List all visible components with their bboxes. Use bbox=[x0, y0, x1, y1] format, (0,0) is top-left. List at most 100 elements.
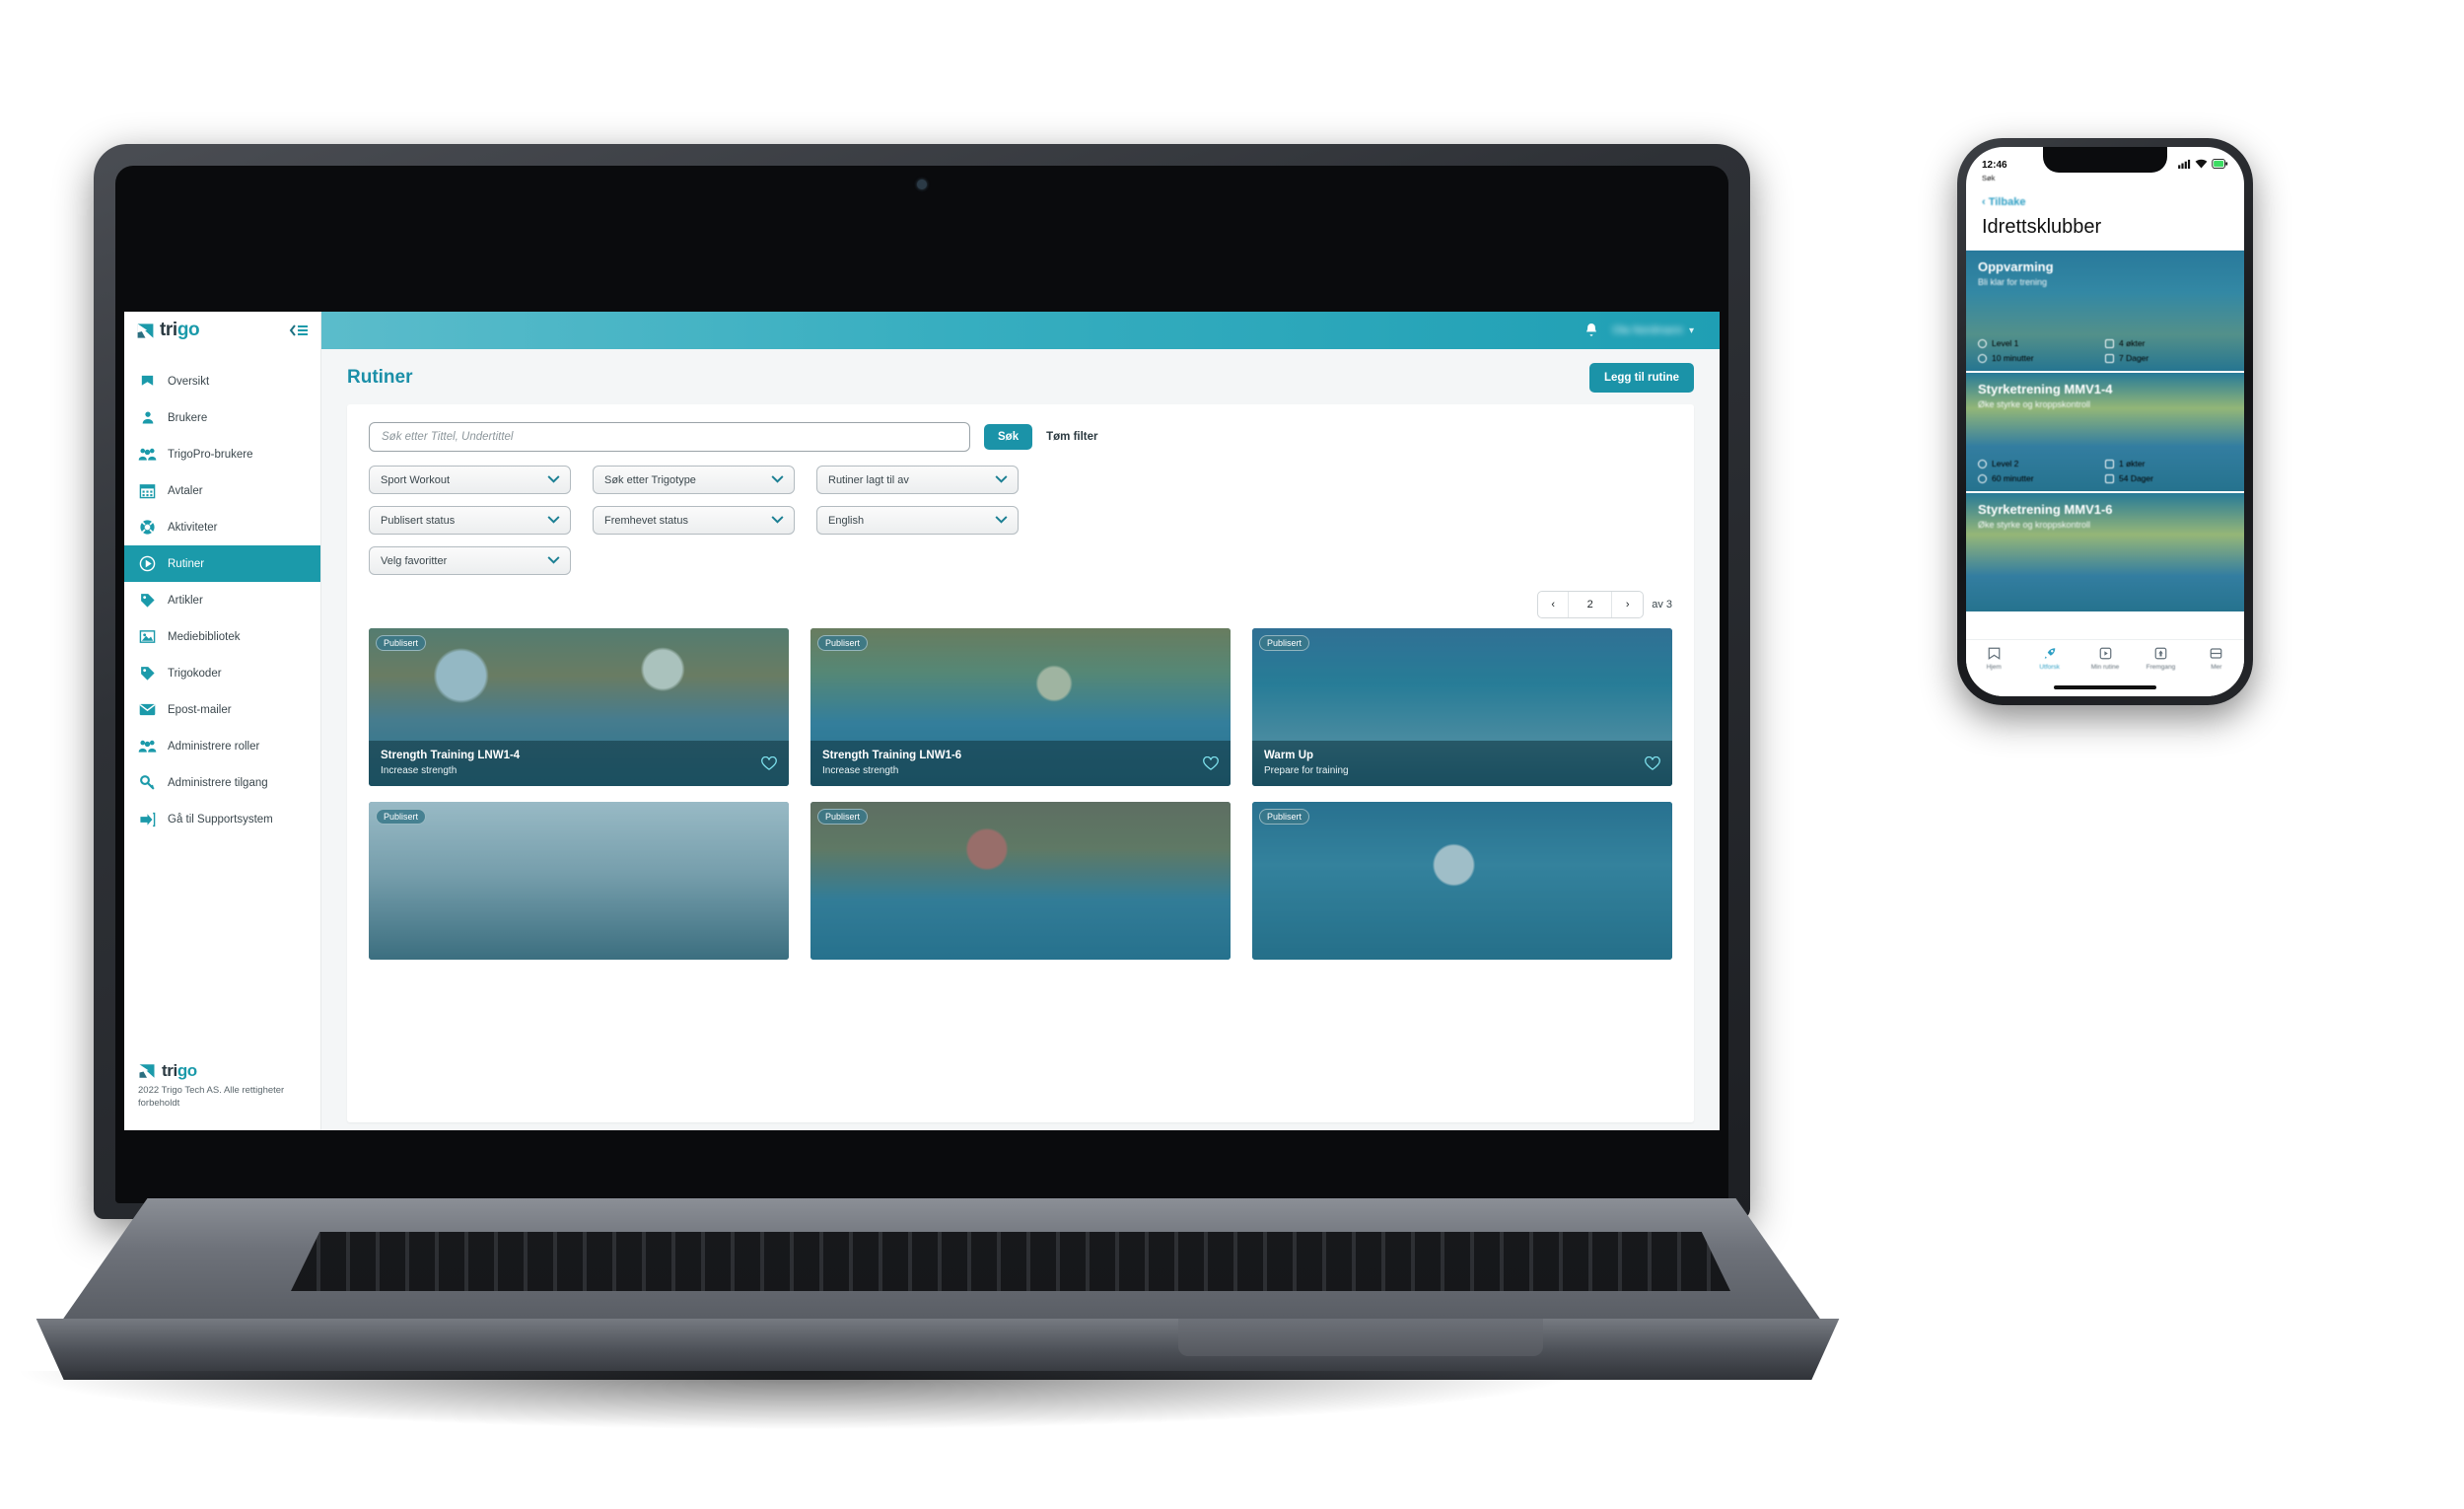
search-input[interactable] bbox=[369, 422, 970, 452]
footer-brand-logo: trigo bbox=[138, 1061, 307, 1081]
phone-card-title: Styrketrening MMV1-4 bbox=[1978, 382, 2113, 396]
sidebar: trigo Oversikt Brukere TrigoPro-brukere … bbox=[124, 312, 321, 1130]
filter-sport-workout[interactable]: Sport Workout bbox=[369, 466, 571, 494]
chevron-down-icon bbox=[547, 515, 560, 527]
heart-icon[interactable] bbox=[1645, 755, 1660, 771]
phone-routine-card[interactable]: Styrketrening MMV1-4 Øke styrke og kropp… bbox=[1966, 371, 2244, 491]
clear-filter-link[interactable]: Tøm filter bbox=[1046, 431, 1097, 443]
home-icon bbox=[1988, 647, 2001, 660]
status-indicators bbox=[2178, 158, 2228, 172]
sidebar-item-mediebibliotek[interactable]: Mediebibliotek bbox=[124, 618, 320, 655]
sidebar-item-trigopro-brukere[interactable]: TrigoPro-brukere bbox=[124, 436, 320, 472]
card-text: Strength Training LNW1-4 Increase streng… bbox=[381, 749, 520, 777]
sidebar-nav: Oversikt Brukere TrigoPro-brukere Avtale… bbox=[124, 363, 320, 837]
phone-nav-min-rutine[interactable]: Min rutine bbox=[2077, 646, 2133, 671]
sidebar-item-brukere[interactable]: Brukere bbox=[124, 399, 320, 436]
pagination-next[interactable]: › bbox=[1612, 592, 1643, 617]
sidebar-item-trigokoder[interactable]: Trigokoder bbox=[124, 655, 320, 691]
phone-routine-card[interactable]: Styrketrening MMV1-6 Øke styrke og kropp… bbox=[1966, 491, 2244, 611]
rocket-icon bbox=[2044, 648, 2055, 659]
webcam-icon bbox=[917, 180, 927, 189]
phone-nav-utforsk[interactable]: Utforsk bbox=[2021, 646, 2077, 671]
sidebar-item-label: Epost-mailer bbox=[168, 703, 232, 716]
chevron-down-icon bbox=[771, 515, 784, 527]
phone-nav-fremgang[interactable]: Fremgang bbox=[2133, 646, 2188, 671]
progress-icon bbox=[2154, 647, 2167, 660]
routine-card[interactable]: Publisert bbox=[1252, 802, 1672, 960]
routine-card[interactable]: Publisert Strength Training LNW1-4 Incre… bbox=[369, 628, 789, 786]
sidebar-item-ga-til-supportsystem[interactable]: Gå til Supportsystem bbox=[124, 801, 320, 837]
bookmark-icon bbox=[138, 372, 157, 391]
signal-icon bbox=[2178, 159, 2191, 172]
key-icon bbox=[138, 773, 157, 792]
phone-carrier-label: Søk bbox=[1982, 174, 1996, 182]
filter-published-status[interactable]: Publisert status bbox=[369, 506, 571, 535]
pagination-current-page: 2 bbox=[1569, 592, 1613, 617]
sidebar-item-administrere-tilgang[interactable]: Administrere tilgang bbox=[124, 764, 320, 801]
bell-icon[interactable] bbox=[1584, 323, 1598, 338]
card-title: Strength Training LNW1-6 bbox=[822, 750, 962, 762]
sidebar-item-label: Administrere roller bbox=[168, 740, 260, 753]
search-button[interactable]: Søk bbox=[984, 424, 1033, 450]
routine-cards-grid: Publisert Strength Training LNW1-4 Incre… bbox=[369, 628, 1672, 960]
phone-nav-label: Mer bbox=[2211, 664, 2222, 671]
phone-nav-mer[interactable]: Mer bbox=[2189, 646, 2244, 671]
sidebar-header: trigo bbox=[124, 312, 320, 349]
card-tint bbox=[369, 802, 789, 960]
sidebar-item-label: Artikler bbox=[168, 594, 203, 607]
status-badge: Publisert bbox=[1259, 809, 1310, 825]
add-routine-button[interactable]: Legg til rutine bbox=[1588, 363, 1694, 393]
copyright-text: 2022 Trigo Tech AS. Alle rettigheter for… bbox=[138, 1085, 285, 1110]
status-badge: Publisert bbox=[1259, 635, 1310, 651]
filter-label: Søk etter Trigotype bbox=[604, 473, 696, 486]
routine-card[interactable]: Publisert bbox=[810, 802, 1231, 960]
collapse-sidebar-button[interactable] bbox=[289, 324, 309, 336]
routine-card[interactable]: Publisert Warm Up Prepare for training bbox=[1252, 628, 1672, 786]
sidebar-item-epost-mailer[interactable]: Epost-mailer bbox=[124, 691, 320, 728]
sidebar-item-label: Oversikt bbox=[168, 375, 210, 388]
top-bar: Ola Nordmann ▾ bbox=[321, 312, 1720, 349]
filter-label: Sport Workout bbox=[381, 473, 451, 486]
main-content: Ola Nordmann ▾ Rutiner Legg til rutine S… bbox=[321, 312, 1720, 1130]
sidebar-item-oversikt[interactable]: Oversikt bbox=[124, 363, 320, 399]
laptop-base bbox=[0, 1169, 1873, 1430]
sidebar-item-avtaler[interactable]: Avtaler bbox=[124, 472, 320, 509]
user-menu[interactable]: Ola Nordmann ▾ bbox=[1612, 324, 1694, 336]
routine-card[interactable]: Publisert bbox=[369, 802, 789, 960]
card-subtitle: Increase strength bbox=[822, 765, 899, 776]
routine-card[interactable]: Publisert Strength Training LNW1-6 Incre… bbox=[810, 628, 1231, 786]
sidebar-item-label: Trigokoder bbox=[168, 667, 222, 680]
card-footer: Strength Training LNW1-4 Increase streng… bbox=[369, 741, 789, 786]
page-header: Rutiner Legg til rutine bbox=[347, 363, 1694, 393]
filter-added-by[interactable]: Rutiner lagt til av bbox=[816, 466, 1019, 494]
sidebar-item-rutiner[interactable]: Rutiner bbox=[124, 545, 320, 582]
laptop-keyboard bbox=[291, 1232, 1730, 1291]
phone-nav-hjem[interactable]: Hjem bbox=[1966, 646, 2021, 671]
login-arrow-icon bbox=[138, 810, 157, 828]
card-footer: Strength Training LNW1-6 Increase streng… bbox=[810, 741, 1231, 786]
heart-icon[interactable] bbox=[1203, 755, 1219, 771]
laptop-screen: trigo Oversikt Brukere TrigoPro-brukere … bbox=[124, 312, 1720, 1130]
trigo-admin-app: trigo Oversikt Brukere TrigoPro-brukere … bbox=[124, 312, 1720, 1130]
phone-device: 12:46 Søk ‹ Tilbake Idrettsklubber Oppva… bbox=[1957, 138, 2253, 705]
sidebar-item-label: Aktiviteter bbox=[168, 521, 218, 534]
sidebar-item-label: Brukere bbox=[168, 411, 208, 424]
phone-routine-card[interactable]: Oppvarming Bli klar for trening Level 1 … bbox=[1966, 251, 2244, 371]
filter-featured-status[interactable]: Fremhevet status bbox=[593, 506, 795, 535]
pagination-prev[interactable]: ‹ bbox=[1538, 592, 1570, 617]
filter-language[interactable]: English bbox=[816, 506, 1019, 535]
filters-grid: Sport Workout Søk etter Trigotype Rutine… bbox=[369, 466, 1672, 575]
card-footer: Warm Up Prepare for training bbox=[1252, 741, 1672, 786]
sidebar-item-artikler[interactable]: Artikler bbox=[124, 582, 320, 618]
back-button[interactable]: ‹ Tilbake bbox=[1966, 182, 2244, 212]
page-title: Rutiner bbox=[347, 367, 413, 388]
chevron-down-icon bbox=[995, 515, 1008, 527]
pagination-total: av 3 bbox=[1652, 599, 1672, 611]
heart-icon[interactable] bbox=[761, 755, 777, 771]
wifi-icon bbox=[2195, 159, 2208, 172]
filter-favorites[interactable]: Velg favoritter bbox=[369, 546, 571, 575]
filter-trigotype[interactable]: Søk etter Trigotype bbox=[593, 466, 795, 494]
phone-nav-label: Hjem bbox=[1986, 664, 2002, 671]
sidebar-item-administrere-roller[interactable]: Administrere roller bbox=[124, 728, 320, 764]
sidebar-item-aktiviteter[interactable]: Aktiviteter bbox=[124, 509, 320, 545]
